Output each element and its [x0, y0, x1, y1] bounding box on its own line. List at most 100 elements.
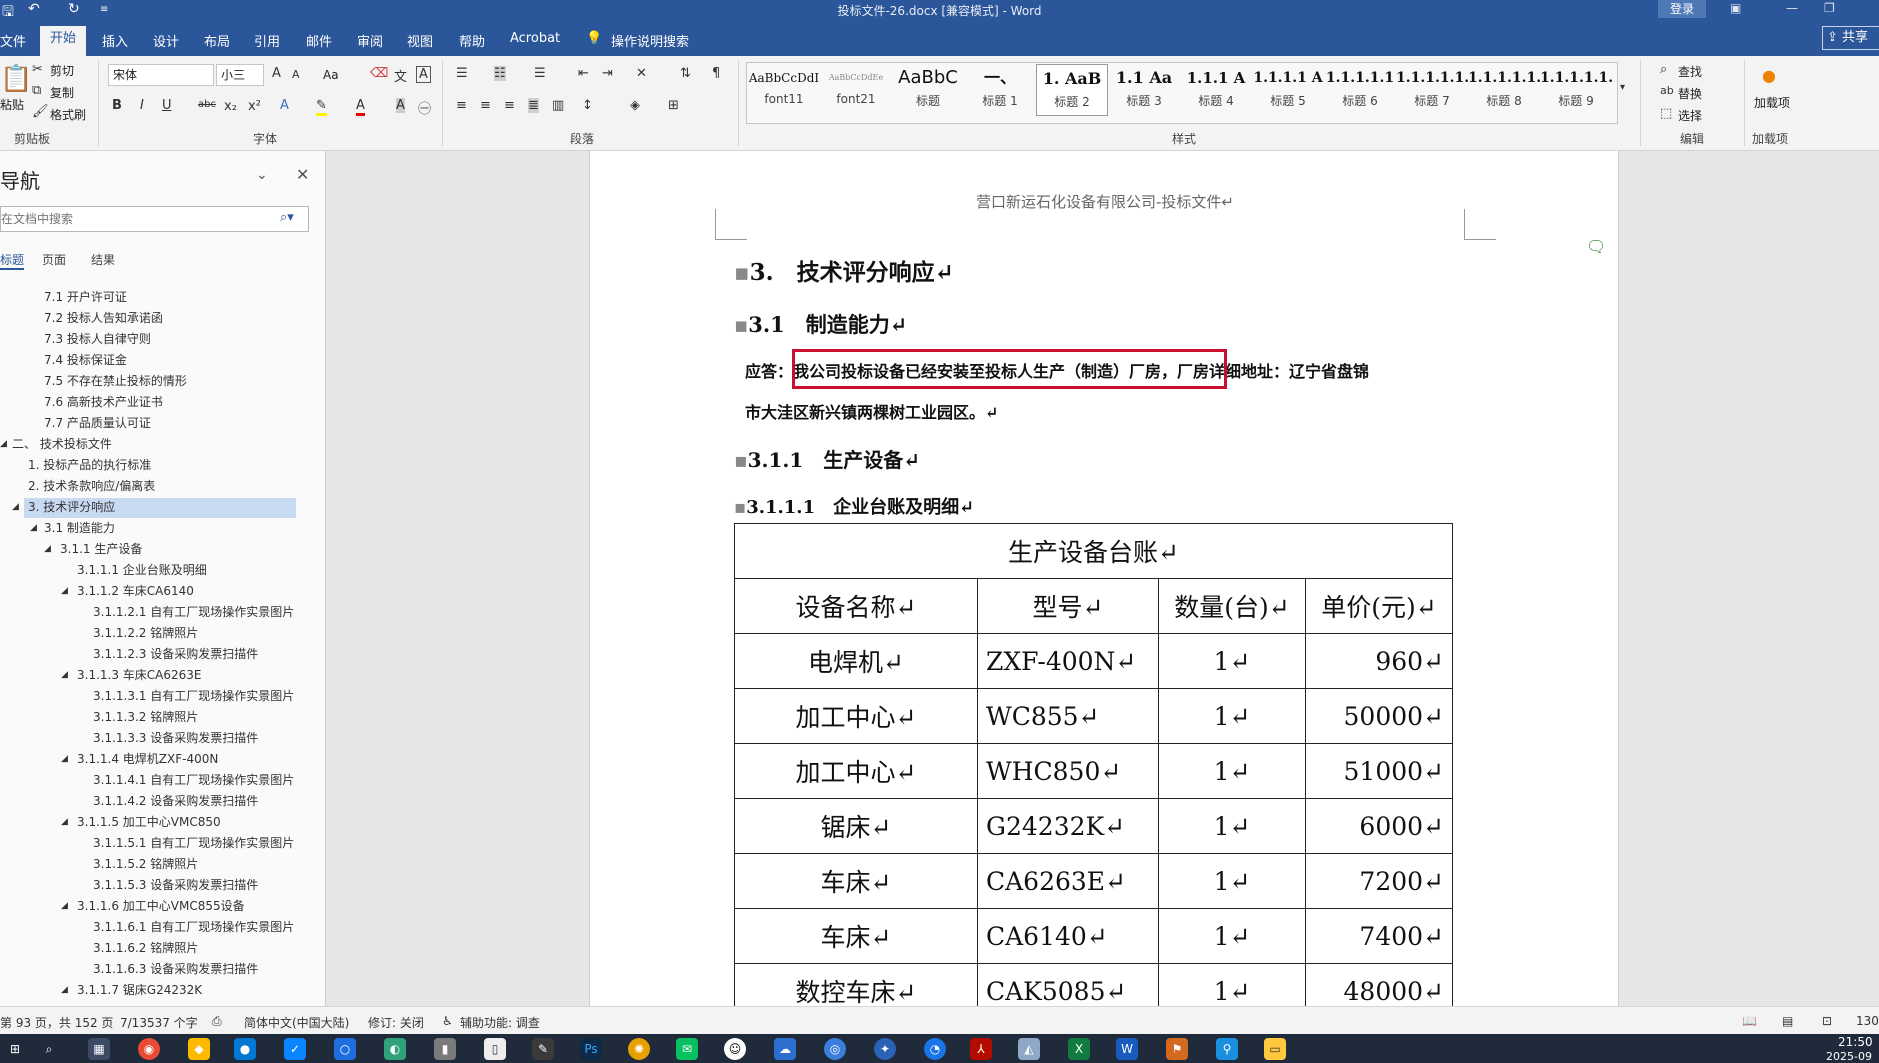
file-explorer-icon[interactable]: ▭	[1264, 1038, 1286, 1060]
style-title[interactable]: AaBbC 标题	[892, 64, 964, 116]
nav-heading-item[interactable]: 2. 技术条款响应/偏离表	[28, 476, 155, 496]
nav-heading-item[interactable]: 3.1 制造能力	[44, 518, 115, 538]
nav-heading-item[interactable]: 3.1.1.6.3 设备采购发票扫描件	[93, 959, 258, 979]
style-font11[interactable]: AaBbCcDdI font11	[748, 64, 820, 116]
sort-icon[interactable]: ⇅	[680, 66, 691, 81]
acrobat-icon[interactable]: ⅄	[970, 1038, 992, 1060]
text-effects-icon[interactable]: A	[280, 98, 289, 113]
nav-heading-item[interactable]: 3.1.1.4.2 设备采购发票扫描件	[93, 791, 258, 811]
nav-heading-item[interactable]: 3.1.1.5 加工中心VMC850	[77, 812, 221, 832]
nav-heading-item[interactable]: 二、 技术投标文件	[12, 434, 112, 454]
collapse-triangle-icon[interactable]: ◢	[12, 497, 19, 517]
nav-heading-item[interactable]: 3.1.1.2.1 自有工厂现场操作实景图片	[93, 602, 294, 622]
align-left-icon[interactable]: ≡	[456, 98, 467, 113]
font-size-select[interactable]: 小三	[216, 64, 264, 86]
multilevel-list-icon[interactable]: ☰	[534, 66, 546, 81]
word-icon[interactable]: W	[1116, 1038, 1138, 1060]
track-changes-status[interactable]: 修订: 关闭	[368, 1014, 424, 1031]
character-shading-icon[interactable]: A	[396, 98, 405, 113]
minimize-icon[interactable]: —	[1786, 1, 1798, 15]
collapse-triangle-icon[interactable]: ◢	[61, 812, 68, 832]
nav-heading-item[interactable]: 3.1.1.2 车床CA6140	[77, 581, 194, 601]
find-button[interactable]: 查找	[1678, 63, 1702, 80]
nav-tab-headings[interactable]: 标题	[0, 251, 25, 270]
nav-heading-item[interactable]: 3.1.1.5.3 设备采购发票扫描件	[93, 875, 258, 895]
app-icon[interactable]: ✓	[284, 1038, 306, 1060]
login-button[interactable]: 登录	[1658, 0, 1706, 18]
nav-heading-item[interactable]: 3.1.1.4.1 自有工厂现场操作实景图片	[93, 770, 294, 790]
page-count[interactable]: 第 93 页，共 152 页	[0, 1014, 113, 1031]
app-icon[interactable]: ☁	[774, 1038, 796, 1060]
tab-mailings[interactable]: 邮件	[306, 31, 332, 50]
chinese-layout-icon[interactable]: ✕	[636, 66, 647, 81]
app-icon[interactable]: ⚲	[1216, 1038, 1238, 1060]
nav-heading-item[interactable]: 3.1.1.5.2 铭牌照片	[93, 854, 198, 874]
print-layout-icon[interactable]: ▤	[1782, 1014, 1793, 1028]
nav-heading-item[interactable]: 7.2 投标人告知承诺函	[44, 308, 163, 328]
style-heading-1[interactable]: 一、 标题 1	[964, 64, 1036, 116]
highlight-icon[interactable]: ✎	[316, 98, 327, 116]
clock-date[interactable]: 2025-09	[1826, 1050, 1872, 1063]
nav-heading-item-selected[interactable]: 3. 技术评分响应	[28, 497, 115, 517]
file-icon[interactable]: ▯	[484, 1038, 506, 1060]
format-painter-button[interactable]: 格式刷	[50, 106, 86, 123]
app-icon[interactable]: ◐	[384, 1038, 406, 1060]
nav-heading-item[interactable]: 1. 投标产品的执行标准	[28, 455, 151, 475]
tab-acrobat[interactable]: Acrobat	[510, 31, 560, 46]
nav-heading-item[interactable]: 3.1.1.4 电焊机ZXF-400N	[77, 749, 218, 769]
paste-button[interactable]: 粘贴	[0, 96, 24, 113]
ribbon-display-icon[interactable]: ▣	[1730, 1, 1741, 15]
addins-icon[interactable]: ●	[1762, 66, 1776, 85]
align-center-icon[interactable]: ≡	[480, 98, 491, 113]
justify-icon[interactable]: ≣	[528, 98, 539, 113]
style-heading-7[interactable]: 1.1.1.1.1. 标题 7	[1396, 64, 1468, 116]
style-heading-8[interactable]: 1.1.1.1.1.1 标题 8	[1468, 64, 1540, 116]
align-right-icon[interactable]: ≡	[504, 98, 515, 113]
borders-icon[interactable]: ⊞	[668, 98, 679, 113]
nav-heading-item[interactable]: 3.1.1.3.1 自有工厂现场操作实景图片	[93, 686, 294, 706]
style-heading-4[interactable]: 1.1.1 A 标题 4	[1180, 64, 1252, 116]
app-icon[interactable]: ◭	[1018, 1038, 1040, 1060]
replace-button[interactable]: 替换	[1678, 85, 1702, 102]
search-icon[interactable]: ⌕	[38, 1038, 60, 1060]
bold-icon[interactable]: B	[112, 98, 122, 113]
chrome-icon[interactable]: ◉	[138, 1038, 160, 1060]
nav-heading-item[interactable]: 7.1 开户许可证	[44, 287, 127, 307]
collapse-triangle-icon[interactable]: ◢	[61, 980, 68, 1000]
nav-heading-item[interactable]: 3.1.1.3 车床CA6263E	[77, 665, 202, 685]
nav-heading-item[interactable]: 3.1.1.7 锯床G24232K	[77, 980, 202, 1000]
close-icon[interactable]: ✕	[296, 165, 309, 184]
app-icon[interactable]: ○	[334, 1038, 356, 1060]
nav-heading-item[interactable]: 3.1.1.6 加工中心VMC855设备	[77, 896, 245, 916]
enclose-characters-icon[interactable]: ㊀	[418, 98, 431, 117]
wechat-icon[interactable]: ✉	[676, 1038, 698, 1060]
clear-formatting-icon[interactable]: ⌫	[370, 66, 388, 81]
grow-font-icon[interactable]: A	[272, 66, 281, 81]
collapse-triangle-icon[interactable]: ◢	[61, 749, 68, 769]
language[interactable]: 简体中文(中国大陆)	[244, 1014, 349, 1031]
app-icon[interactable]: ◔	[924, 1038, 946, 1060]
nav-heading-item[interactable]: 3.1.1.1 企业台账及明细	[77, 560, 207, 580]
app-icon[interactable]: ✦	[874, 1038, 896, 1060]
line-spacing-icon[interactable]: ↕	[582, 98, 593, 113]
collapse-triangle-icon[interactable]: ◢	[0, 434, 7, 454]
tab-insert[interactable]: 插入	[102, 31, 128, 50]
tab-view[interactable]: 视图	[407, 31, 433, 50]
show-marks-icon[interactable]: ¶	[712, 66, 720, 81]
collapse-triangle-icon[interactable]: ◢	[44, 539, 51, 559]
equipment-table[interactable]: 生产设备台账↵ 设备名称↵ 型号↵ 数量(台)↵ 单价(元)↵ 电焊机↵ ZXF…	[734, 523, 1453, 1006]
tab-references[interactable]: 引用	[254, 31, 280, 50]
styles-more-icon[interactable]: ▾	[1620, 82, 1625, 93]
style-font21[interactable]: AaBbCcDdEe font21	[820, 64, 892, 116]
app-icon[interactable]: ◎	[824, 1038, 846, 1060]
excel-icon[interactable]: X	[1068, 1038, 1090, 1060]
document-area[interactable]: 营口新运石化设备有限公司-投标文件↵ ▪3. 技术评分响应↵ ▪3.1 制造能力…	[326, 151, 1879, 1006]
clock-time[interactable]: 21:50	[1838, 1035, 1873, 1049]
superscript-icon[interactable]: x²	[248, 99, 261, 114]
web-layout-icon[interactable]: ⊡	[1822, 1014, 1832, 1028]
tab-file[interactable]: 文件	[0, 31, 26, 50]
app-icon[interactable]: ⚑	[1166, 1038, 1188, 1060]
restore-icon[interactable]: ❐	[1824, 1, 1835, 15]
tell-me-search[interactable]: 操作说明搜索	[611, 31, 689, 50]
underline-icon[interactable]: U	[162, 98, 172, 113]
